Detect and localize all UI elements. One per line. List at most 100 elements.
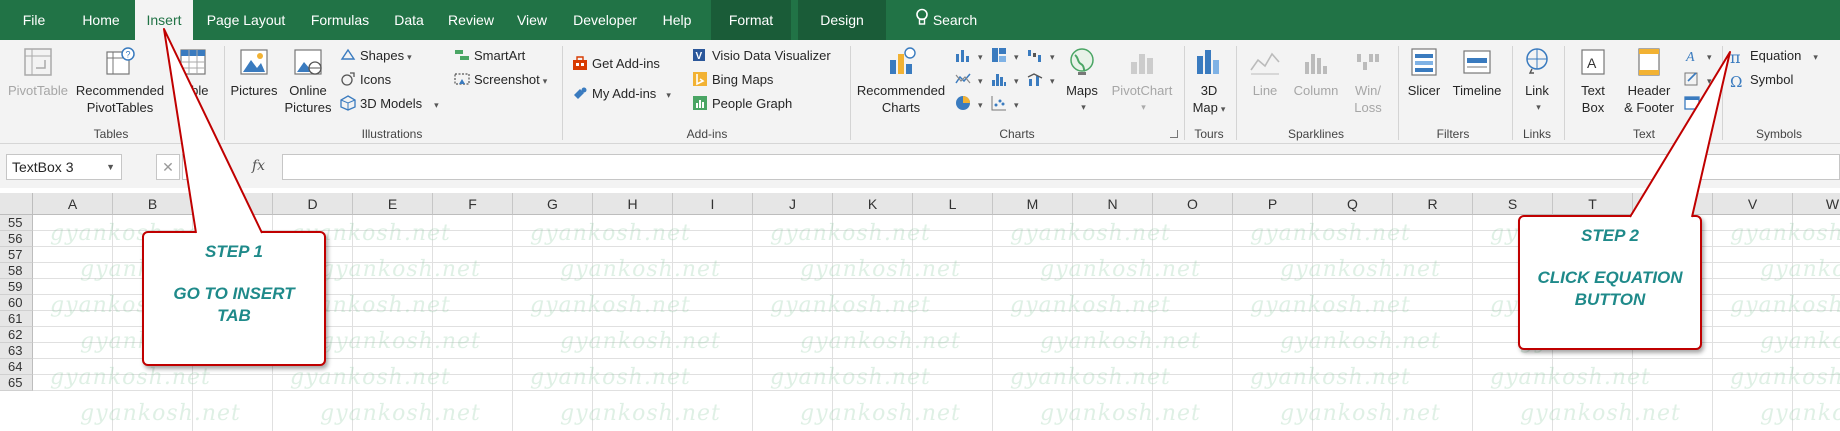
scatter-chart-icon (991, 96, 1006, 111)
column-header[interactable]: J (753, 193, 833, 215)
column-header[interactable]: F (433, 193, 513, 215)
column-header[interactable]: B (113, 193, 193, 215)
cancel-button[interactable]: ✕ (156, 154, 180, 180)
column-header[interactable]: T (1553, 193, 1633, 215)
column-header[interactable]: I (673, 193, 753, 215)
tab-home[interactable]: Home (74, 0, 128, 40)
column-chart-button[interactable]: ▾ (955, 46, 983, 66)
recommended-charts-button[interactable]: Recommended Charts (852, 46, 950, 116)
scatter-chart-button[interactable]: ▾ (991, 94, 1019, 114)
row-header[interactable]: 55 (0, 215, 33, 231)
tab-developer[interactable]: Developer (568, 0, 642, 40)
tab-data[interactable]: Data (389, 0, 429, 40)
insert-function-icon[interactable]: fx (252, 158, 265, 174)
get-addins-button[interactable]: Get Add-ins (572, 54, 660, 74)
tab-insert[interactable]: Insert (135, 0, 193, 40)
select-all-corner[interactable] (0, 193, 33, 215)
sparkline-column-button[interactable]: Column (1290, 46, 1342, 99)
people-graph-button[interactable]: People Graph (692, 94, 792, 114)
row-header[interactable]: 64 (0, 359, 33, 375)
tab-format[interactable]: Format (711, 0, 791, 40)
row-header[interactable]: 61 (0, 311, 33, 327)
row-header[interactable]: 56 (0, 231, 33, 247)
tab-formulas[interactable]: Formulas (305, 0, 375, 40)
column-header[interactable]: S (1473, 193, 1553, 215)
tab-help[interactable]: Help (657, 0, 697, 40)
tab-review[interactable]: Review (446, 0, 496, 40)
pivotchart-button[interactable]: PivotChart ▾ (1106, 46, 1178, 116)
icons-button[interactable]: Icons (340, 70, 391, 90)
tab-design[interactable]: Design (798, 0, 886, 40)
tab-page-layout[interactable]: Page Layout (203, 0, 289, 40)
column-header[interactable]: L (913, 193, 993, 215)
search-box[interactable]: Search (898, 0, 994, 40)
row-header[interactable]: 60 (0, 295, 33, 311)
hierarchy-chart-button[interactable]: ▾ (991, 46, 1019, 66)
column-header[interactable]: P (1233, 193, 1313, 215)
column-header[interactable]: K (833, 193, 913, 215)
column-header[interactable]: G (513, 193, 593, 215)
recommended-pivottables-button[interactable]: ? Recommended PivotTables (72, 46, 168, 116)
column-header[interactable]: M (993, 193, 1073, 215)
column-header[interactable]: A (33, 193, 113, 215)
row-header[interactable]: 57 (0, 247, 33, 263)
tables-group-label: Tables (93, 127, 129, 141)
combo-chart-button[interactable]: ▾ (1027, 70, 1055, 90)
step1-body: GO TO INSERT TAB (173, 284, 295, 325)
column-header[interactable]: W (1793, 193, 1840, 215)
3d-models-button[interactable]: 3D Models ▾ (340, 94, 439, 114)
line-chart-button[interactable]: ▾ (955, 70, 983, 90)
check-icon: ✓ (188, 159, 200, 175)
column-header[interactable]: C (193, 193, 273, 215)
header-footer-button[interactable]: Header & Footer (1618, 46, 1680, 116)
tab-view[interactable]: View (512, 0, 552, 40)
column-header[interactable]: Q (1313, 193, 1393, 215)
statistic-chart-button[interactable]: ▾ (991, 70, 1019, 90)
tab-file[interactable]: File (14, 0, 54, 40)
row-header[interactable]: 65 (0, 375, 33, 391)
smartart-button[interactable]: SmartArt (454, 46, 525, 66)
slicer-button[interactable]: Slicer (1400, 46, 1448, 99)
maps-button[interactable]: Maps ▾ (1058, 46, 1106, 116)
column-header[interactable]: R (1393, 193, 1473, 215)
enter-button[interactable]: ✓ (182, 154, 206, 180)
visio-data-visualizer-button[interactable]: V Visio Data Visualizer (692, 46, 831, 66)
column-header[interactable]: U (1633, 193, 1713, 215)
equation-button[interactable]: π Equation ▾ (1730, 46, 1818, 66)
bing-maps-button[interactable]: Bing Maps (692, 70, 773, 90)
pictures-button[interactable]: Pictures (228, 46, 280, 99)
object-button[interactable] (1684, 94, 1704, 114)
column-header[interactable]: O (1153, 193, 1233, 215)
sparkline-line-button[interactable]: Line (1242, 46, 1288, 99)
column-header[interactable]: D (273, 193, 353, 215)
chevron-down-icon: ▾ (542, 76, 548, 86)
symbol-button[interactable]: Ω Symbol (1730, 70, 1793, 90)
shapes-button[interactable]: Shapes ▾ (340, 46, 412, 66)
sparkline-winloss-button[interactable]: Win/ Loss (1344, 46, 1392, 116)
waterfall-chart-button[interactable]: ▾ (1027, 46, 1055, 66)
name-box[interactable]: TextBox 3 ▼ (6, 154, 122, 180)
row-header[interactable]: 63 (0, 343, 33, 359)
wordart-button[interactable]: A ▾ (1684, 46, 1712, 66)
screenshot-button[interactable]: Screenshot ▾ (454, 70, 547, 90)
signature-line-button[interactable]: ▾ (1684, 70, 1712, 90)
pivottable-button[interactable]: PivotTable (4, 46, 72, 99)
link-button[interactable]: Link ▾ (1514, 46, 1560, 116)
pie-chart-button[interactable]: ▾ (955, 94, 983, 114)
online-pictures-button[interactable]: Online Pictures (282, 46, 334, 116)
table-button[interactable]: Table (168, 46, 218, 99)
text-box-button[interactable]: A Text Box (1568, 46, 1618, 116)
row-header[interactable]: 58 (0, 263, 33, 279)
formula-input[interactable] (282, 154, 1840, 180)
column-header[interactable]: E (353, 193, 433, 215)
my-addins-label: My Add-ins (592, 86, 657, 101)
row-header[interactable]: 59 (0, 279, 33, 295)
column-header[interactable]: H (593, 193, 673, 215)
my-addins-button[interactable]: My Add-ins ▾ (572, 84, 671, 104)
column-header[interactable]: N (1073, 193, 1153, 215)
charts-dialog-launcher-icon[interactable] (1170, 130, 1178, 138)
row-header[interactable]: 62 (0, 327, 33, 343)
3d-map-button[interactable]: 3D Map ▾ (1186, 46, 1232, 118)
timeline-button[interactable]: Timeline (1448, 46, 1506, 99)
column-header[interactable]: V (1713, 193, 1793, 215)
